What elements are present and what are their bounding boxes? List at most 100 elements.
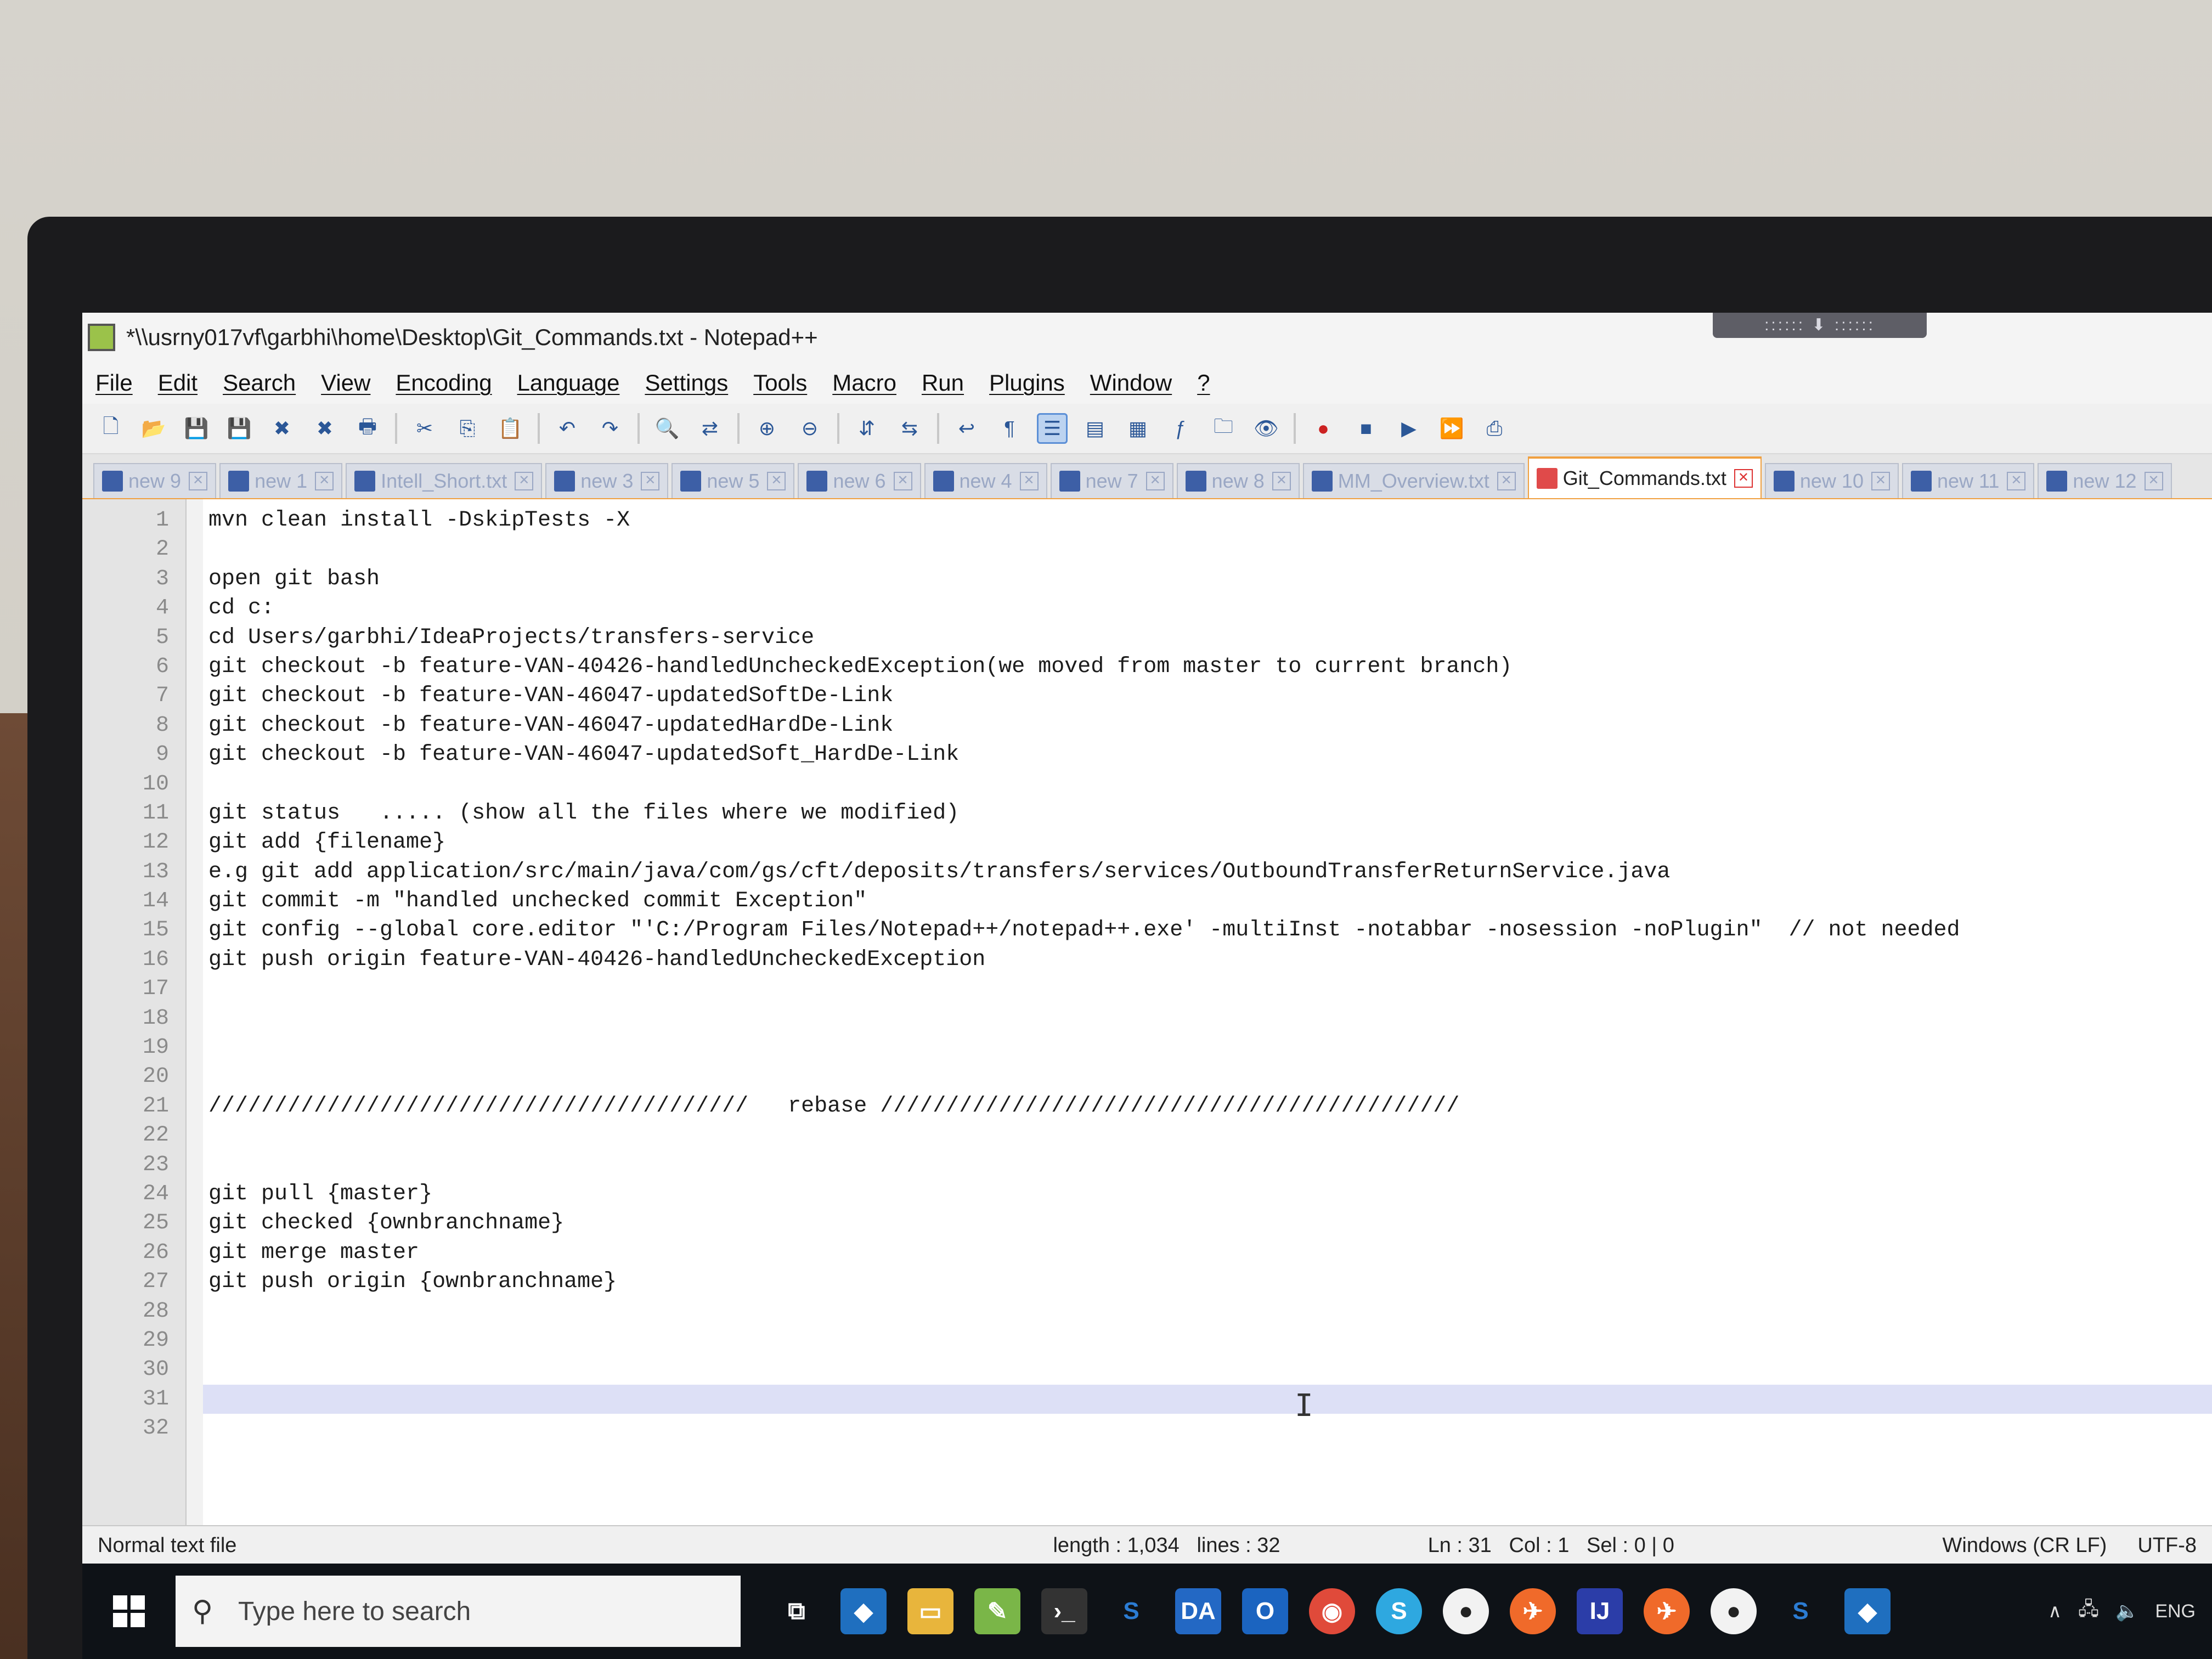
- tab-new-8[interactable]: new 8 ✕: [1176, 463, 1300, 498]
- code-line[interactable]: [203, 1297, 2212, 1326]
- code-line[interactable]: git checked {ownbranchname}: [203, 1209, 2212, 1238]
- menu-macro[interactable]: Macro: [832, 370, 896, 396]
- skype-business-icon[interactable]: S: [1108, 1588, 1154, 1634]
- close-tab-icon[interactable]: ✕: [1871, 472, 1890, 490]
- code-line[interactable]: git checkout -b feature-VAN-46047-update…: [203, 740, 2212, 769]
- app-circle-icon[interactable]: ●: [1443, 1588, 1489, 1634]
- code-line[interactable]: [203, 1121, 2212, 1150]
- code-line[interactable]: [203, 1355, 2212, 1384]
- close-all-icon[interactable]: ✖: [309, 413, 340, 444]
- menu-run[interactable]: Run: [922, 370, 964, 396]
- code-line[interactable]: [203, 1326, 2212, 1355]
- language-indicator[interactable]: ENG: [2155, 1601, 2196, 1622]
- network-icon[interactable]: 🖧: [2078, 1596, 2099, 1627]
- start-button[interactable]: [82, 1564, 176, 1659]
- git-icon[interactable]: ◆: [840, 1588, 887, 1634]
- close-icon[interactable]: ✖: [267, 413, 297, 444]
- skype-icon[interactable]: S: [1376, 1588, 1422, 1634]
- tab-intell-short[interactable]: Intell_Short.txt ✕: [346, 463, 543, 498]
- cut-icon[interactable]: ✂: [409, 413, 440, 444]
- tray-chevron-icon[interactable]: ∧: [2048, 1600, 2062, 1622]
- close-tab-icon[interactable]: ✕: [1019, 472, 1039, 490]
- close-tab-icon[interactable]: ✕: [893, 472, 912, 490]
- code-line[interactable]: cd Users/garbhi/IdeaProjects/transfers-s…: [203, 623, 2212, 652]
- redo-icon[interactable]: ↷: [595, 413, 625, 444]
- text-area[interactable]: mvn clean install -DskipTests -X open git…: [203, 499, 2212, 1525]
- menu-encoding[interactable]: Encoding: [396, 370, 492, 396]
- close-tab-icon[interactable]: ✕: [515, 472, 534, 490]
- postman-icon[interactable]: ✈: [1510, 1588, 1556, 1634]
- menu-view[interactable]: View: [321, 370, 370, 396]
- menu-window[interactable]: Window: [1090, 370, 1172, 396]
- menu-search[interactable]: Search: [223, 370, 296, 396]
- paste-icon[interactable]: 📋: [495, 413, 526, 444]
- task-view-icon[interactable]: ⧉: [774, 1588, 820, 1634]
- tab-new-9[interactable]: new 9 ✕: [93, 463, 217, 498]
- zoom-in-icon[interactable]: ⊕: [752, 413, 782, 444]
- code-line[interactable]: [203, 1004, 2212, 1033]
- code-line[interactable]: e.g git add application/src/main/java/co…: [203, 857, 2212, 887]
- tab-git-commands[interactable]: Git_Commands.txt ✕: [1527, 456, 1762, 498]
- macro-run-multiple-icon[interactable]: ⏩: [1436, 413, 1467, 444]
- code-line[interactable]: [203, 770, 2212, 799]
- postman-secondary-icon[interactable]: ✈: [1644, 1588, 1690, 1634]
- code-line[interactable]: open git bash: [203, 565, 2212, 594]
- code-line[interactable]: git config --global core.editor "'C:/Pro…: [203, 916, 2212, 945]
- tab-new-3[interactable]: new 3 ✕: [545, 463, 669, 498]
- tab-mm-overview[interactable]: MM_Overview.txt ✕: [1302, 463, 1525, 498]
- remote-toolbar-handle[interactable]: :::::: ⬇ ::::::: [1713, 313, 1927, 338]
- git-secondary-icon[interactable]: ◆: [1844, 1588, 1891, 1634]
- status-eol[interactable]: Windows (CR LF): [1927, 1534, 2123, 1558]
- close-tab-icon[interactable]: ✕: [2144, 472, 2163, 490]
- code-line[interactable]: cd c:: [203, 594, 2212, 623]
- outlook-icon[interactable]: O: [1242, 1588, 1288, 1634]
- menu-help[interactable]: ?: [1197, 370, 1210, 396]
- intellij-icon[interactable]: IJ: [1577, 1588, 1623, 1634]
- taskbar-search-box[interactable]: ⚲ Type here to search: [176, 1576, 741, 1647]
- code-line[interactable]: git merge master: [203, 1238, 2212, 1267]
- menu-settings[interactable]: Settings: [645, 370, 728, 396]
- open-file-icon[interactable]: 📂: [138, 413, 169, 444]
- close-tab-icon[interactable]: ✕: [1272, 472, 1291, 490]
- tab-new-4[interactable]: new 4 ✕: [924, 463, 1047, 498]
- code-line[interactable]: git checkout -b feature-VAN-46047-update…: [203, 711, 2212, 740]
- tab-new-1[interactable]: new 1 ✕: [219, 463, 343, 498]
- doc-map-icon[interactable]: ▤: [1080, 413, 1110, 444]
- close-tab-icon[interactable]: ✕: [1497, 472, 1516, 490]
- code-line[interactable]: [203, 1384, 2212, 1414]
- close-tab-icon[interactable]: ✕: [315, 472, 334, 490]
- terminal-icon[interactable]: ›_: [1041, 1588, 1087, 1634]
- menu-plugins[interactable]: Plugins: [989, 370, 1065, 396]
- monitoring-icon[interactable]: 👁: [1251, 413, 1282, 444]
- folder-workspace-icon[interactable]: 🗀: [1208, 413, 1239, 444]
- editor-area[interactable]: 1 2 3 4 5 6 7 8 9 10 11 12 13 14 15 16 17 18 19 20 21 22 23 24 2…: [82, 499, 2212, 1525]
- close-tab-icon[interactable]: ✕: [1146, 472, 1165, 490]
- tab-new-10[interactable]: new 10 ✕: [1764, 463, 1899, 498]
- menu-file[interactable]: File: [95, 370, 133, 396]
- save-icon[interactable]: 💾: [181, 413, 212, 444]
- code-line[interactable]: mvn clean install -DskipTests -X: [203, 506, 2212, 535]
- macro-save-icon[interactable]: ⎙: [1479, 413, 1510, 444]
- macro-play-icon[interactable]: ▶: [1393, 413, 1424, 444]
- file-explorer-icon[interactable]: ▭: [907, 1588, 953, 1634]
- close-tab-icon[interactable]: ✕: [1734, 469, 1753, 488]
- code-line[interactable]: git checkout -b feature-VAN-40426-handle…: [203, 652, 2212, 681]
- menu-edit[interactable]: Edit: [158, 370, 198, 396]
- code-line[interactable]: [203, 1414, 2212, 1443]
- save-all-icon[interactable]: 💾: [224, 413, 255, 444]
- code-line[interactable]: git pull {master}: [203, 1180, 2212, 1209]
- close-tab-icon[interactable]: ✕: [189, 472, 208, 490]
- close-tab-icon[interactable]: ✕: [767, 472, 786, 490]
- tab-new-7[interactable]: new 7 ✕: [1050, 463, 1173, 498]
- indent-guide-icon[interactable]: ☰: [1037, 413, 1068, 444]
- tab-new-5[interactable]: new 5 ✕: [672, 463, 795, 498]
- close-tab-icon[interactable]: ✕: [641, 472, 660, 490]
- tab-new-6[interactable]: new 6 ✕: [798, 463, 921, 498]
- show-all-chars-icon[interactable]: ¶: [994, 413, 1025, 444]
- close-tab-icon[interactable]: ✕: [2007, 472, 2026, 490]
- app-circle-secondary-icon[interactable]: ●: [1711, 1588, 1757, 1634]
- sync-horizontal-icon[interactable]: ⇆: [894, 413, 925, 444]
- code-line[interactable]: [203, 1062, 2212, 1091]
- new-file-icon[interactable]: 🗋: [95, 413, 126, 444]
- code-line[interactable]: git push origin feature-VAN-40426-handle…: [203, 945, 2212, 974]
